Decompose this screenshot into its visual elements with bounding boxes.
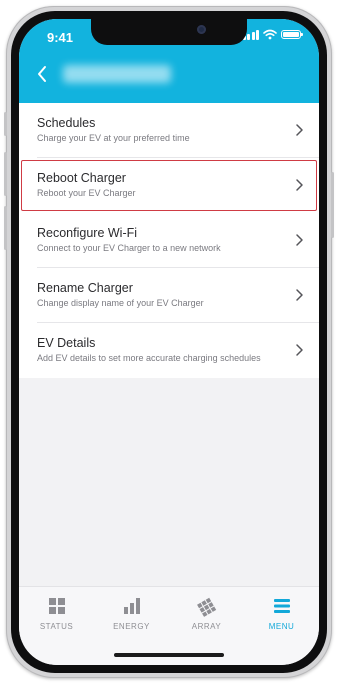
chevron-right-icon	[296, 344, 303, 356]
mute-switch	[4, 112, 7, 136]
menu-item-rename-charger[interactable]: Rename Charger Change display name of yo…	[19, 268, 319, 323]
tab-label: STATUS	[39, 622, 74, 631]
menu-item-schedules[interactable]: Schedules Charge your EV at your preferr…	[19, 103, 319, 158]
menu-item-ev-details[interactable]: EV Details Add EV details to set more ac…	[19, 323, 319, 378]
blurred-page-title	[63, 65, 171, 83]
volume-down-button	[4, 206, 7, 250]
menu-item-title: EV Details	[37, 336, 96, 350]
menu-item-reconfigure-wifi[interactable]: Reconfigure Wi-Fi Connect to your EV Cha…	[19, 213, 319, 268]
battery-icon	[281, 30, 303, 39]
menu-item-title: Reconfigure Wi-Fi	[37, 226, 138, 240]
chevron-right-icon	[296, 124, 303, 136]
wifi-icon	[263, 29, 277, 40]
menu-item-subtitle: Change display name of your EV Charger	[37, 298, 204, 308]
menu-item-title: Schedules	[37, 116, 96, 130]
menu-item-reboot-charger[interactable]: Reboot Charger Reboot your EV Charger	[19, 158, 319, 213]
grid-icon	[48, 598, 65, 614]
front-camera	[197, 25, 206, 34]
tab-energy[interactable]: ENERGY	[94, 595, 169, 639]
menu-item-subtitle: Charge your EV at your preferred time	[37, 133, 190, 143]
hamburger-menu-icon	[273, 599, 290, 613]
app-screen: 9:41 Schedules Charge your EV at your pr…	[19, 19, 319, 665]
home-indicator	[114, 653, 224, 657]
chevron-left-icon	[38, 66, 46, 82]
back-button[interactable]	[31, 63, 53, 85]
tab-label: ARRAY	[191, 622, 222, 631]
menu-item-subtitle: Add EV details to set more accurate char…	[37, 353, 261, 363]
menu-item-subtitle: Connect to your EV Charger to a new netw…	[37, 243, 221, 253]
tab-menu[interactable]: MENU	[244, 595, 319, 639]
power-button	[331, 172, 334, 238]
tab-array[interactable]: ARRAY	[169, 595, 244, 639]
tab-status[interactable]: STATUS	[19, 595, 94, 639]
menu-item-subtitle: Reboot your EV Charger	[37, 188, 136, 198]
menu-list: Schedules Charge your EV at your preferr…	[19, 103, 319, 378]
tab-label: MENU	[268, 622, 295, 631]
menu-item-title: Rename Charger	[37, 281, 133, 295]
tab-label: ENERGY	[113, 622, 150, 631]
bar-chart-icon	[123, 598, 140, 614]
chevron-right-icon	[296, 179, 303, 191]
solar-panel-icon	[196, 597, 216, 617]
status-time: 9:41	[47, 30, 74, 45]
chevron-right-icon	[296, 289, 303, 301]
menu-item-title: Reboot Charger	[37, 171, 126, 185]
notch	[91, 19, 247, 45]
chevron-right-icon	[296, 234, 303, 246]
status-icons	[242, 29, 303, 40]
volume-up-button	[4, 152, 7, 196]
